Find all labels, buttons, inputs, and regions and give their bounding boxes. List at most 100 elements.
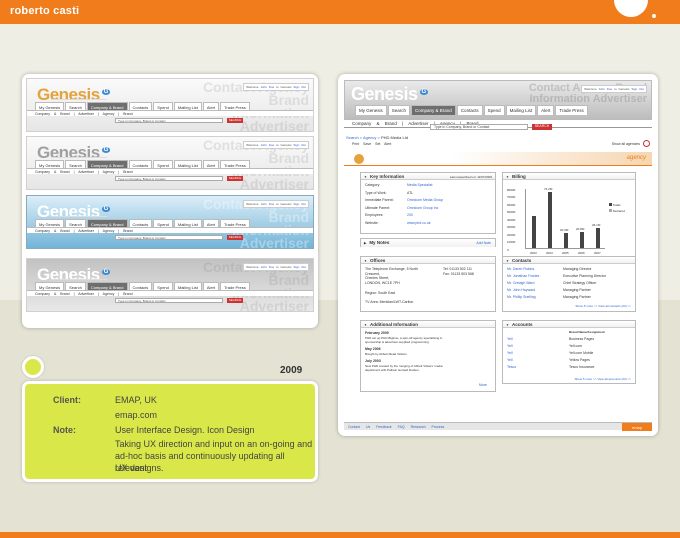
collapse-icon: ▼ [364, 175, 367, 179]
accounts-panel: ▼ Accounts Brand Name/Assignment Yell Busi… [502, 320, 636, 384]
sub-nav[interactable]: Company & Brand | Advertiser | Agency | … [27, 168, 313, 174]
user-link[interactable]: John Doe [260, 143, 274, 147]
billing-header[interactable]: ▼ Billing [503, 173, 635, 180]
footer-links[interactable]: Contact Us Feedback FAQ Research Process [348, 425, 444, 429]
expand-icon: ▶ [364, 241, 367, 245]
welcome-suffix: to Genesis [614, 87, 630, 91]
nav-tab[interactable]: Mailing List [505, 105, 537, 115]
chart-x-tick: 2007 [594, 251, 601, 255]
additional-more[interactable]: More [479, 383, 487, 388]
additional-date: July 2003 [365, 359, 381, 363]
genesis-logo[interactable]: Genesis G [351, 84, 428, 105]
search-button[interactable]: SEARCH [227, 235, 243, 240]
search-input[interactable]: Type in Company, Brand or Contact [115, 235, 223, 240]
contact-name[interactable]: Mr. Jonathan Fowles [507, 274, 539, 279]
contact-name[interactable]: Mr. Phillip Snelling [507, 295, 536, 300]
sub-nav[interactable]: Company & Brand | Advertiser | Agency | … [27, 110, 313, 116]
user-link[interactable]: John Doe [260, 202, 274, 206]
detail-header: Contact Agency Brand Information Adverti… [344, 80, 652, 120]
account-name[interactable]: Yell [507, 337, 513, 342]
sub-nav[interactable]: Company & Brand | Advertiser | Agency | … [27, 227, 313, 233]
my-notes-panel: ▶ My Notes Add Note [360, 238, 496, 247]
breadcrumb: Search > Agency > PHD Media Ltd [346, 135, 408, 140]
offices-header[interactable]: ▼ Offices [361, 257, 495, 264]
additional-info-header[interactable]: ▼ Additional Information [361, 321, 495, 328]
contact-role: Chief Strategy Officer [563, 281, 597, 285]
accounts-header[interactable]: ▼ Accounts [503, 321, 635, 328]
nav-tab[interactable]: Spend [483, 105, 505, 115]
user-link[interactable]: John Doe [260, 85, 274, 89]
contact-name[interactable]: Mr. John Hayward [507, 288, 535, 293]
show-all-agencies[interactable]: Show all agencies [612, 142, 640, 146]
sign-out-link[interactable]: Sign Out [631, 87, 644, 91]
logo-tagline-line [51, 99, 107, 100]
search-input[interactable]: Type in Company, Brand or Contact [430, 124, 528, 130]
accounts-more[interactable]: Show 5 more >> View all accounts (23) >> [575, 377, 631, 382]
contact-role: Managing Partner [563, 288, 591, 292]
site-brand[interactable]: roberto casti [10, 5, 79, 17]
account-name[interactable]: Yell [507, 358, 513, 363]
last-researched: Last researched on: 11/07/2009 [449, 174, 492, 179]
sign-out-link[interactable]: Sign Out [293, 85, 306, 89]
contact-name[interactable]: Mr. Daren Rubins [507, 267, 534, 272]
search-button[interactable]: SEARCH [227, 118, 243, 123]
nav-tab[interactable]: My Genesis [355, 105, 387, 115]
key-info-value[interactable]: www.phd.co.uk [407, 221, 431, 226]
breadcrumb-prefix[interactable]: Search > Agency > [346, 135, 380, 140]
search-button[interactable]: SEARCH [227, 298, 243, 303]
sign-out-link[interactable]: Sign Out [293, 265, 306, 269]
sub-nav[interactable]: Company & Brand | Advertiser | Agency | … [27, 290, 313, 296]
bottom-bar [0, 532, 680, 538]
nav-tab[interactable]: Search [387, 105, 411, 115]
refresh-icon[interactable] [643, 140, 650, 147]
main-nav: My Genesis Search Company & Brand Contacts S… [355, 105, 588, 115]
add-note-link[interactable]: Add Note [476, 241, 491, 246]
chart-bar [532, 216, 536, 248]
key-info-label: Website: [365, 220, 379, 225]
search-input[interactable]: Type in Company, Brand or Contact [115, 118, 223, 123]
circle-dot-icon [22, 356, 44, 378]
client-url[interactable]: emap.com [115, 409, 157, 421]
logo-badge-icon: G [419, 89, 428, 95]
search-button[interactable]: SEARCH [532, 124, 552, 130]
logo-text: Genesis [351, 84, 418, 104]
nav-tab[interactable]: Contacts [456, 105, 483, 115]
offices-panel: ▼ Offices The Telephone Exchange, 5 North… [360, 256, 496, 312]
contact-role: Managing Partner [563, 295, 591, 299]
emap-logo[interactable]: emap [622, 423, 652, 431]
sign-out-link[interactable]: Sign Out [293, 202, 306, 206]
sign-out-link[interactable]: Sign Out [293, 143, 306, 147]
agency-icon [354, 154, 364, 164]
welcome-box: Welcome John Doe to Genesis Sign Out [243, 263, 309, 271]
legend-totals: Totals [609, 203, 621, 207]
search-input[interactable]: Type in Company, Brand or Contact [115, 176, 223, 181]
contacts-header[interactable]: ▼ Contacts [503, 257, 635, 264]
chart-bar [564, 232, 568, 248]
nav-tab[interactable]: Company & Brand [411, 105, 456, 115]
legend-swatch [609, 203, 612, 206]
contacts-more[interactable]: Show 5 more >> View all contacts (23) >> [575, 304, 631, 309]
agency-detail-frame: Contact Agency Brand Information Adverti… [338, 74, 658, 436]
search-input[interactable]: Type in Company, Brand or Contact [115, 298, 223, 303]
chart-bar [596, 228, 600, 248]
chart-y-tick: 50000 [507, 210, 516, 214]
account-name[interactable]: Yell [507, 351, 513, 356]
logo-badge-icon: G [101, 269, 110, 276]
welcome-box: Welcome John Doe to Genesis Sign Out [243, 83, 309, 91]
key-info-value: ATL [407, 190, 414, 195]
contact-name[interactable]: Mr. Cretagh Ward [507, 281, 535, 286]
account-name[interactable]: Tesco [507, 365, 516, 370]
nav-tab[interactable]: Trade Press [555, 105, 588, 115]
key-info-label: Type of Work: [365, 190, 387, 195]
chart-y-tick: 30000 [507, 225, 516, 229]
nav-tab[interactable]: Alert [537, 105, 555, 115]
my-notes-header[interactable]: ▶ My Notes [361, 239, 495, 247]
user-link[interactable]: John Doe [598, 87, 612, 91]
account-name[interactable]: Yell [507, 344, 513, 349]
search-button[interactable]: SEARCH [227, 176, 243, 181]
page-tools[interactable]: Print Save Set Alert [352, 142, 391, 146]
logo-badge-icon: G [101, 206, 110, 213]
account-brand: Yellow Pages [569, 358, 590, 362]
key-info-value: Media Specialist [407, 183, 433, 187]
user-link[interactable]: John Doe [260, 265, 274, 269]
